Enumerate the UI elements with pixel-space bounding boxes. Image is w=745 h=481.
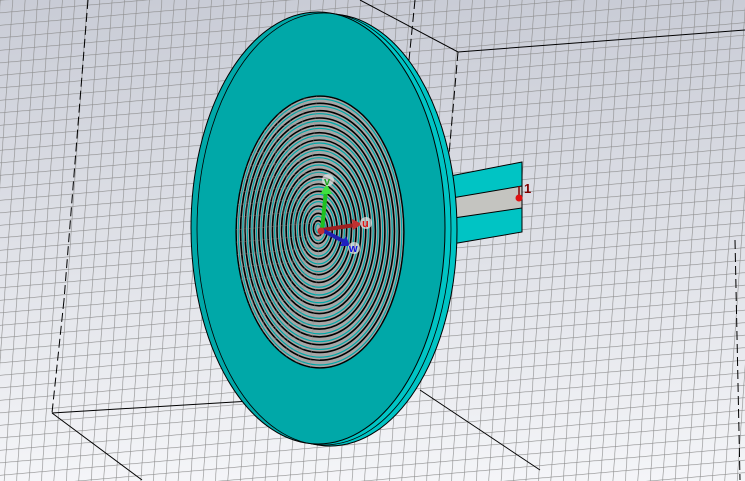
axis-v-label: v <box>324 176 331 188</box>
3d-viewport[interactable]: 1 v u w <box>0 0 745 481</box>
port-icon[interactable] <box>515 194 523 202</box>
port-label: 1 <box>524 181 531 196</box>
axis-u-label: u <box>362 218 369 230</box>
axis-w-label: w <box>348 243 358 255</box>
